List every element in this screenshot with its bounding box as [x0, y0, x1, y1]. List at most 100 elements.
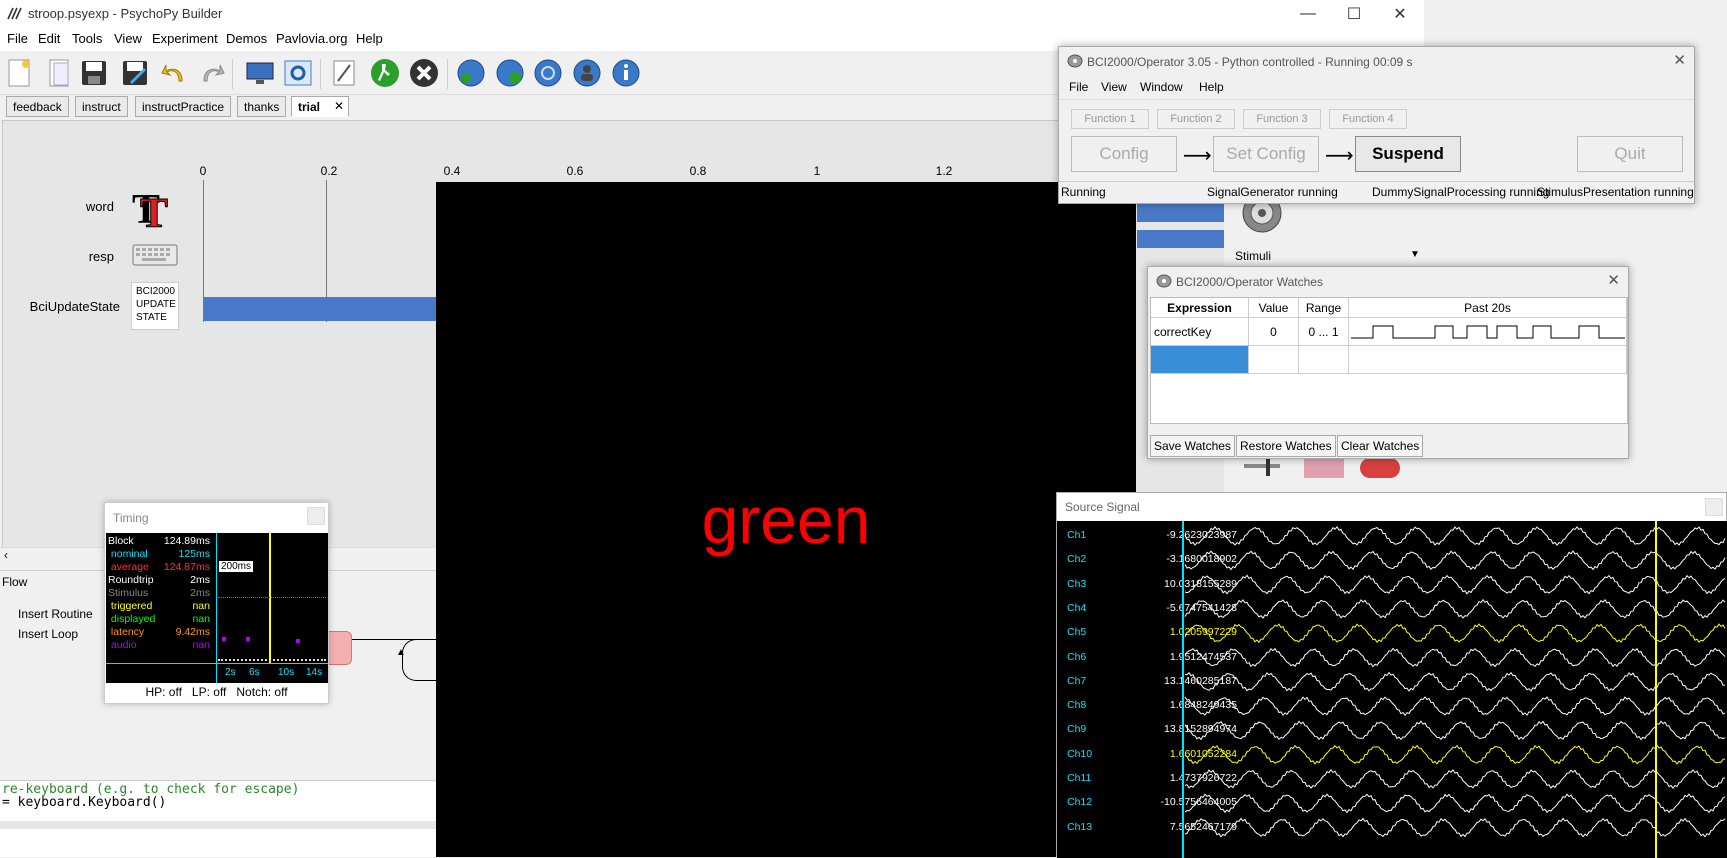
function4-button[interactable]: Function 4	[1329, 109, 1407, 129]
pavlovia-search-icon[interactable]	[454, 57, 488, 89]
pavlovia-info-icon[interactable]	[609, 57, 643, 89]
watch-empty-cell	[1349, 346, 1627, 374]
set-config-button[interactable]: Set Config	[1213, 136, 1319, 172]
save-as-icon[interactable]	[118, 57, 152, 89]
channel-trace	[1184, 720, 1726, 741]
scroll-left-icon[interactable]: ‹	[4, 548, 8, 562]
tab-trial[interactable]: trial ✕	[291, 96, 349, 117]
tab-instructpractice[interactable]: instructPractice	[135, 96, 232, 117]
maximize-button[interactable]: ☐	[1331, 2, 1377, 26]
channel-trace	[1184, 623, 1726, 644]
component-bciupdatestate[interactable]: BciUpdateState	[10, 299, 120, 314]
stimulus-word: green	[701, 483, 871, 557]
menu-view[interactable]: View	[114, 31, 142, 46]
function2-button[interactable]: Function 2	[1157, 109, 1235, 129]
arrow-icon: ⟶	[1183, 145, 1212, 167]
menu-edit[interactable]: Edit	[38, 31, 60, 46]
redo-icon[interactable]	[195, 57, 229, 89]
header-expression[interactable]: Expression	[1151, 298, 1249, 318]
timing-x-tick: 6s	[249, 667, 260, 678]
watch-value: 0	[1249, 318, 1299, 346]
stop-icon[interactable]	[407, 57, 441, 89]
toolbar-separator	[320, 59, 321, 89]
component-word[interactable]: word	[4, 199, 114, 214]
status-signal-processing: DummySignalProcessing running	[1372, 185, 1550, 199]
op-menu-file[interactable]: File	[1069, 80, 1088, 94]
color-component-icon[interactable]	[1304, 458, 1344, 478]
watch-new-row[interactable]	[1151, 346, 1249, 374]
menu-help[interactable]: Help	[356, 31, 383, 46]
source-signal-plot: Ch1 -9.2623023987 Ch2 -3.1680018902 Ch3 10.03…	[1057, 521, 1727, 858]
close-tab-icon[interactable]: ✕	[334, 99, 344, 113]
menu-pavlovia[interactable]: Pavlovia.org	[276, 31, 348, 46]
component-resp[interactable]: resp	[4, 249, 114, 264]
close-button[interactable]: ✕	[1377, 2, 1423, 26]
signal-sweep-cursor	[1655, 521, 1657, 858]
timeline-tick: 0	[199, 164, 207, 178]
bci-component-bar[interactable]	[204, 297, 436, 321]
status-signal-generator: SignalGenerator running	[1207, 185, 1338, 199]
channel-trace	[1184, 696, 1726, 717]
experiment-settings-icon[interactable]	[281, 57, 315, 89]
menu-experiment[interactable]: Experiment	[152, 31, 218, 46]
monitor-center-icon[interactable]	[243, 57, 277, 89]
undo-icon[interactable]	[157, 57, 191, 89]
toolbar-separator	[232, 59, 233, 89]
pavlovia-user-icon[interactable]	[570, 57, 604, 89]
keyboard-icon[interactable]	[132, 242, 178, 268]
function3-button[interactable]: Function 3	[1243, 109, 1321, 129]
quit-button[interactable]: Quit	[1577, 136, 1683, 172]
watches-close-icon[interactable]: ✕	[1607, 271, 1620, 289]
open-file-icon[interactable]	[42, 57, 76, 89]
status-divider	[1059, 181, 1694, 182]
timing-close-button[interactable]	[307, 507, 325, 525]
menu-tools[interactable]: Tools	[72, 31, 102, 46]
menu-demos[interactable]: Demos	[226, 31, 267, 46]
dropdown-arrow-icon[interactable]: ▼	[1410, 249, 1420, 260]
insert-routine-button[interactable]: Insert Routine	[18, 607, 93, 621]
function1-button[interactable]: Function 1	[1071, 109, 1149, 129]
timing-row-value: 9.42ms	[175, 626, 210, 638]
op-menu-view[interactable]: View	[1101, 80, 1127, 94]
timing-row: Block 124.89ms	[108, 535, 210, 547]
code-scrollbar[interactable]	[0, 821, 436, 829]
watch-expression[interactable]: correctKey	[1151, 318, 1249, 346]
op-menu-help[interactable]: Help	[1199, 80, 1224, 94]
pavlovia-sync-icon[interactable]	[493, 57, 527, 89]
watch-range: 0 ... 1	[1299, 318, 1349, 346]
tab-instruct[interactable]: instruct	[75, 96, 128, 117]
stimuli-category[interactable]: Stimuli	[1235, 249, 1271, 263]
save-watches-button[interactable]: Save Watches	[1150, 435, 1235, 457]
button-component-icon[interactable]	[1360, 458, 1400, 478]
loop-arrow-icon: ▲	[396, 647, 406, 658]
minimize-button[interactable]: —	[1285, 2, 1331, 26]
compile-script-icon[interactable]	[327, 57, 361, 89]
tab-thanks[interactable]: thanks	[237, 96, 287, 117]
header-range[interactable]: Range	[1299, 298, 1349, 318]
restore-watches-button[interactable]: Restore Watches	[1236, 435, 1336, 457]
timing-y-axis	[216, 533, 217, 683]
header-past[interactable]: Past 20s	[1349, 298, 1627, 318]
source-close-button[interactable]	[1705, 498, 1723, 516]
run-icon[interactable]	[368, 57, 402, 89]
menu-file[interactable]: File	[7, 31, 28, 46]
timing-row: audio nan	[108, 639, 210, 651]
suspend-button[interactable]: Suspend	[1355, 136, 1461, 172]
bci-update-state-icon[interactable]: BCI2000 UPDATE STATE	[131, 282, 179, 330]
text-component-icon[interactable]: TT	[130, 183, 180, 238]
save-icon[interactable]	[77, 57, 111, 89]
header-value[interactable]: Value	[1249, 298, 1299, 318]
source-signal-title: Source Signal	[1065, 500, 1140, 514]
pavlovia-browse-icon[interactable]	[531, 57, 565, 89]
timeline-tick: 1.2	[935, 164, 953, 178]
new-file-icon[interactable]	[2, 57, 36, 89]
clear-watches-button[interactable]: Clear Watches	[1337, 435, 1424, 457]
channel-trace	[1184, 768, 1726, 790]
op-menu-window[interactable]: Window	[1140, 80, 1183, 94]
tab-feedback[interactable]: feedback	[6, 96, 69, 117]
config-button[interactable]: Config	[1071, 136, 1177, 172]
insert-loop-button[interactable]: Insert Loop	[18, 627, 78, 641]
operator-close-icon[interactable]: ✕	[1673, 51, 1686, 69]
timing-row-label: displayed	[108, 613, 156, 625]
audio-point	[222, 637, 226, 641]
